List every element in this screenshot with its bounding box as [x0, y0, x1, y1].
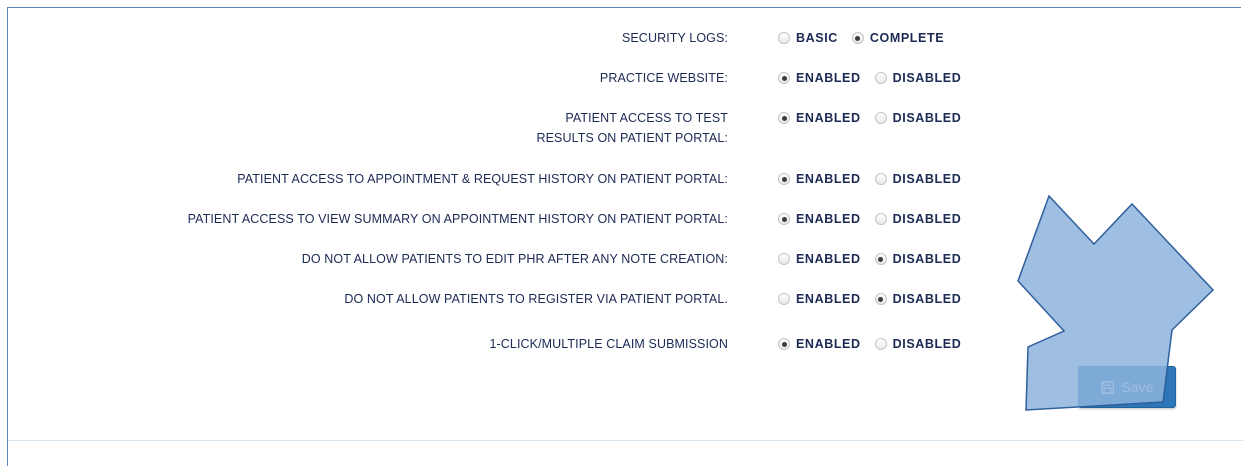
radio-label: DISABLED	[892, 337, 962, 351]
radio-button[interactable]	[778, 32, 790, 44]
radio-button[interactable]	[874, 253, 887, 265]
radio-option-disabled[interactable]: DISABLED	[874, 212, 962, 226]
setting-label: PATIENT ACCESS TO APPOINTMENT & REQUEST …	[237, 172, 728, 186]
radio-option-enabled[interactable]: ENABLED	[778, 111, 861, 125]
radio-label: DISABLED	[892, 172, 962, 186]
radio-label: ENABLED	[796, 337, 861, 351]
radio-button[interactable]	[778, 173, 790, 185]
floppy-disk-icon	[1100, 380, 1114, 394]
radio-label: ENABLED	[796, 172, 861, 186]
radio-option-enabled[interactable]: ENABLED	[778, 252, 861, 266]
radio-button[interactable]	[778, 338, 790, 350]
setting-label: PATIENT ACCESS TO TEST RESULTS ON PATIEN…	[536, 108, 728, 148]
radio-group: ENABLED DISABLED	[778, 69, 975, 87]
setting-row-edit-phr: DO NOT ALLOW PATIENTS TO EDIT PHR AFTER …	[0, 249, 1243, 283]
radio-option-complete[interactable]: COMPLETE	[851, 31, 945, 45]
save-button-label: Save	[1121, 379, 1154, 395]
radio-label: BASIC	[796, 31, 838, 45]
radio-label: ENABLED	[796, 111, 861, 125]
radio-option-disabled[interactable]: DISABLED	[874, 71, 962, 85]
radio-group: BASIC COMPLETE	[778, 29, 958, 47]
save-button[interactable]: Save	[1078, 366, 1176, 408]
setting-row-view-summary: PATIENT ACCESS TO VIEW SUMMARY ON APPOIN…	[0, 209, 1243, 243]
setting-label-line: RESULTS ON PATIENT PORTAL:	[536, 131, 728, 145]
radio-label: ENABLED	[796, 252, 861, 266]
radio-label: ENABLED	[796, 212, 861, 226]
setting-label: DO NOT ALLOW PATIENTS TO EDIT PHR AFTER …	[301, 252, 728, 266]
radio-group: ENABLED DISABLED	[778, 170, 975, 188]
radio-group: ENABLED DISABLED	[778, 250, 975, 268]
setting-row-claim-submission: 1-CLICK/MULTIPLE CLAIM SUBMISSION ENABLE…	[0, 334, 1243, 368]
radio-label: ENABLED	[796, 292, 861, 306]
radio-label: DISABLED	[892, 111, 962, 125]
setting-label-line: PATIENT ACCESS TO TEST	[565, 111, 728, 125]
radio-option-disabled[interactable]: DISABLED	[874, 252, 962, 266]
setting-row-appointment-history: PATIENT ACCESS TO APPOINTMENT & REQUEST …	[0, 169, 1243, 203]
radio-label: DISABLED	[892, 292, 962, 306]
radio-button[interactable]	[874, 72, 887, 84]
radio-option-enabled[interactable]: ENABLED	[778, 212, 861, 226]
radio-button[interactable]	[778, 213, 790, 225]
setting-label: 1-CLICK/MULTIPLE CLAIM SUBMISSION	[489, 337, 728, 351]
panel-divider	[8, 440, 1243, 441]
radio-button[interactable]	[778, 72, 790, 84]
setting-row-register-portal: DO NOT ALLOW PATIENTS TO REGISTER VIA PA…	[0, 289, 1243, 323]
setting-label: SECURITY LOGS:	[621, 31, 728, 45]
setting-label: PRACTICE WEBSITE:	[599, 71, 728, 85]
radio-button[interactable]	[778, 253, 790, 265]
radio-button[interactable]	[874, 293, 887, 305]
radio-group: ENABLED DISABLED	[778, 109, 975, 127]
radio-button[interactable]	[778, 112, 790, 124]
radio-option-disabled[interactable]: DISABLED	[874, 292, 962, 306]
radio-button[interactable]	[874, 173, 887, 185]
radio-label: ENABLED	[796, 71, 861, 85]
radio-option-disabled[interactable]: DISABLED	[874, 172, 962, 186]
radio-group: ENABLED DISABLED	[778, 210, 975, 228]
radio-group: ENABLED DISABLED	[778, 335, 975, 353]
radio-button[interactable]	[874, 112, 887, 124]
setting-row-security-logs: SECURITY LOGS: BASIC COMPLETE	[0, 28, 1243, 62]
radio-label: DISABLED	[892, 252, 962, 266]
radio-option-enabled[interactable]: ENABLED	[778, 71, 861, 85]
setting-label: DO NOT ALLOW PATIENTS TO REGISTER VIA PA…	[344, 292, 728, 306]
radio-option-enabled[interactable]: ENABLED	[778, 292, 861, 306]
radio-option-disabled[interactable]: DISABLED	[874, 337, 962, 351]
radio-group: ENABLED DISABLED	[778, 290, 975, 308]
setting-row-practice-website: PRACTICE WEBSITE: ENABLED DISABLED	[0, 68, 1243, 102]
radio-button[interactable]	[874, 213, 887, 225]
setting-label: PATIENT ACCESS TO VIEW SUMMARY ON APPOIN…	[187, 212, 728, 226]
setting-row-test-results: PATIENT ACCESS TO TEST RESULTS ON PATIEN…	[0, 108, 1243, 156]
radio-button[interactable]	[851, 32, 864, 44]
radio-option-basic[interactable]: BASIC	[778, 31, 838, 45]
radio-option-enabled[interactable]: ENABLED	[778, 172, 861, 186]
radio-option-enabled[interactable]: ENABLED	[778, 337, 861, 351]
radio-label: DISABLED	[892, 71, 962, 85]
radio-option-disabled[interactable]: DISABLED	[874, 111, 962, 125]
radio-label: COMPLETE	[869, 31, 945, 45]
radio-button[interactable]	[874, 338, 887, 350]
radio-button[interactable]	[778, 293, 790, 305]
radio-label: DISABLED	[892, 212, 962, 226]
